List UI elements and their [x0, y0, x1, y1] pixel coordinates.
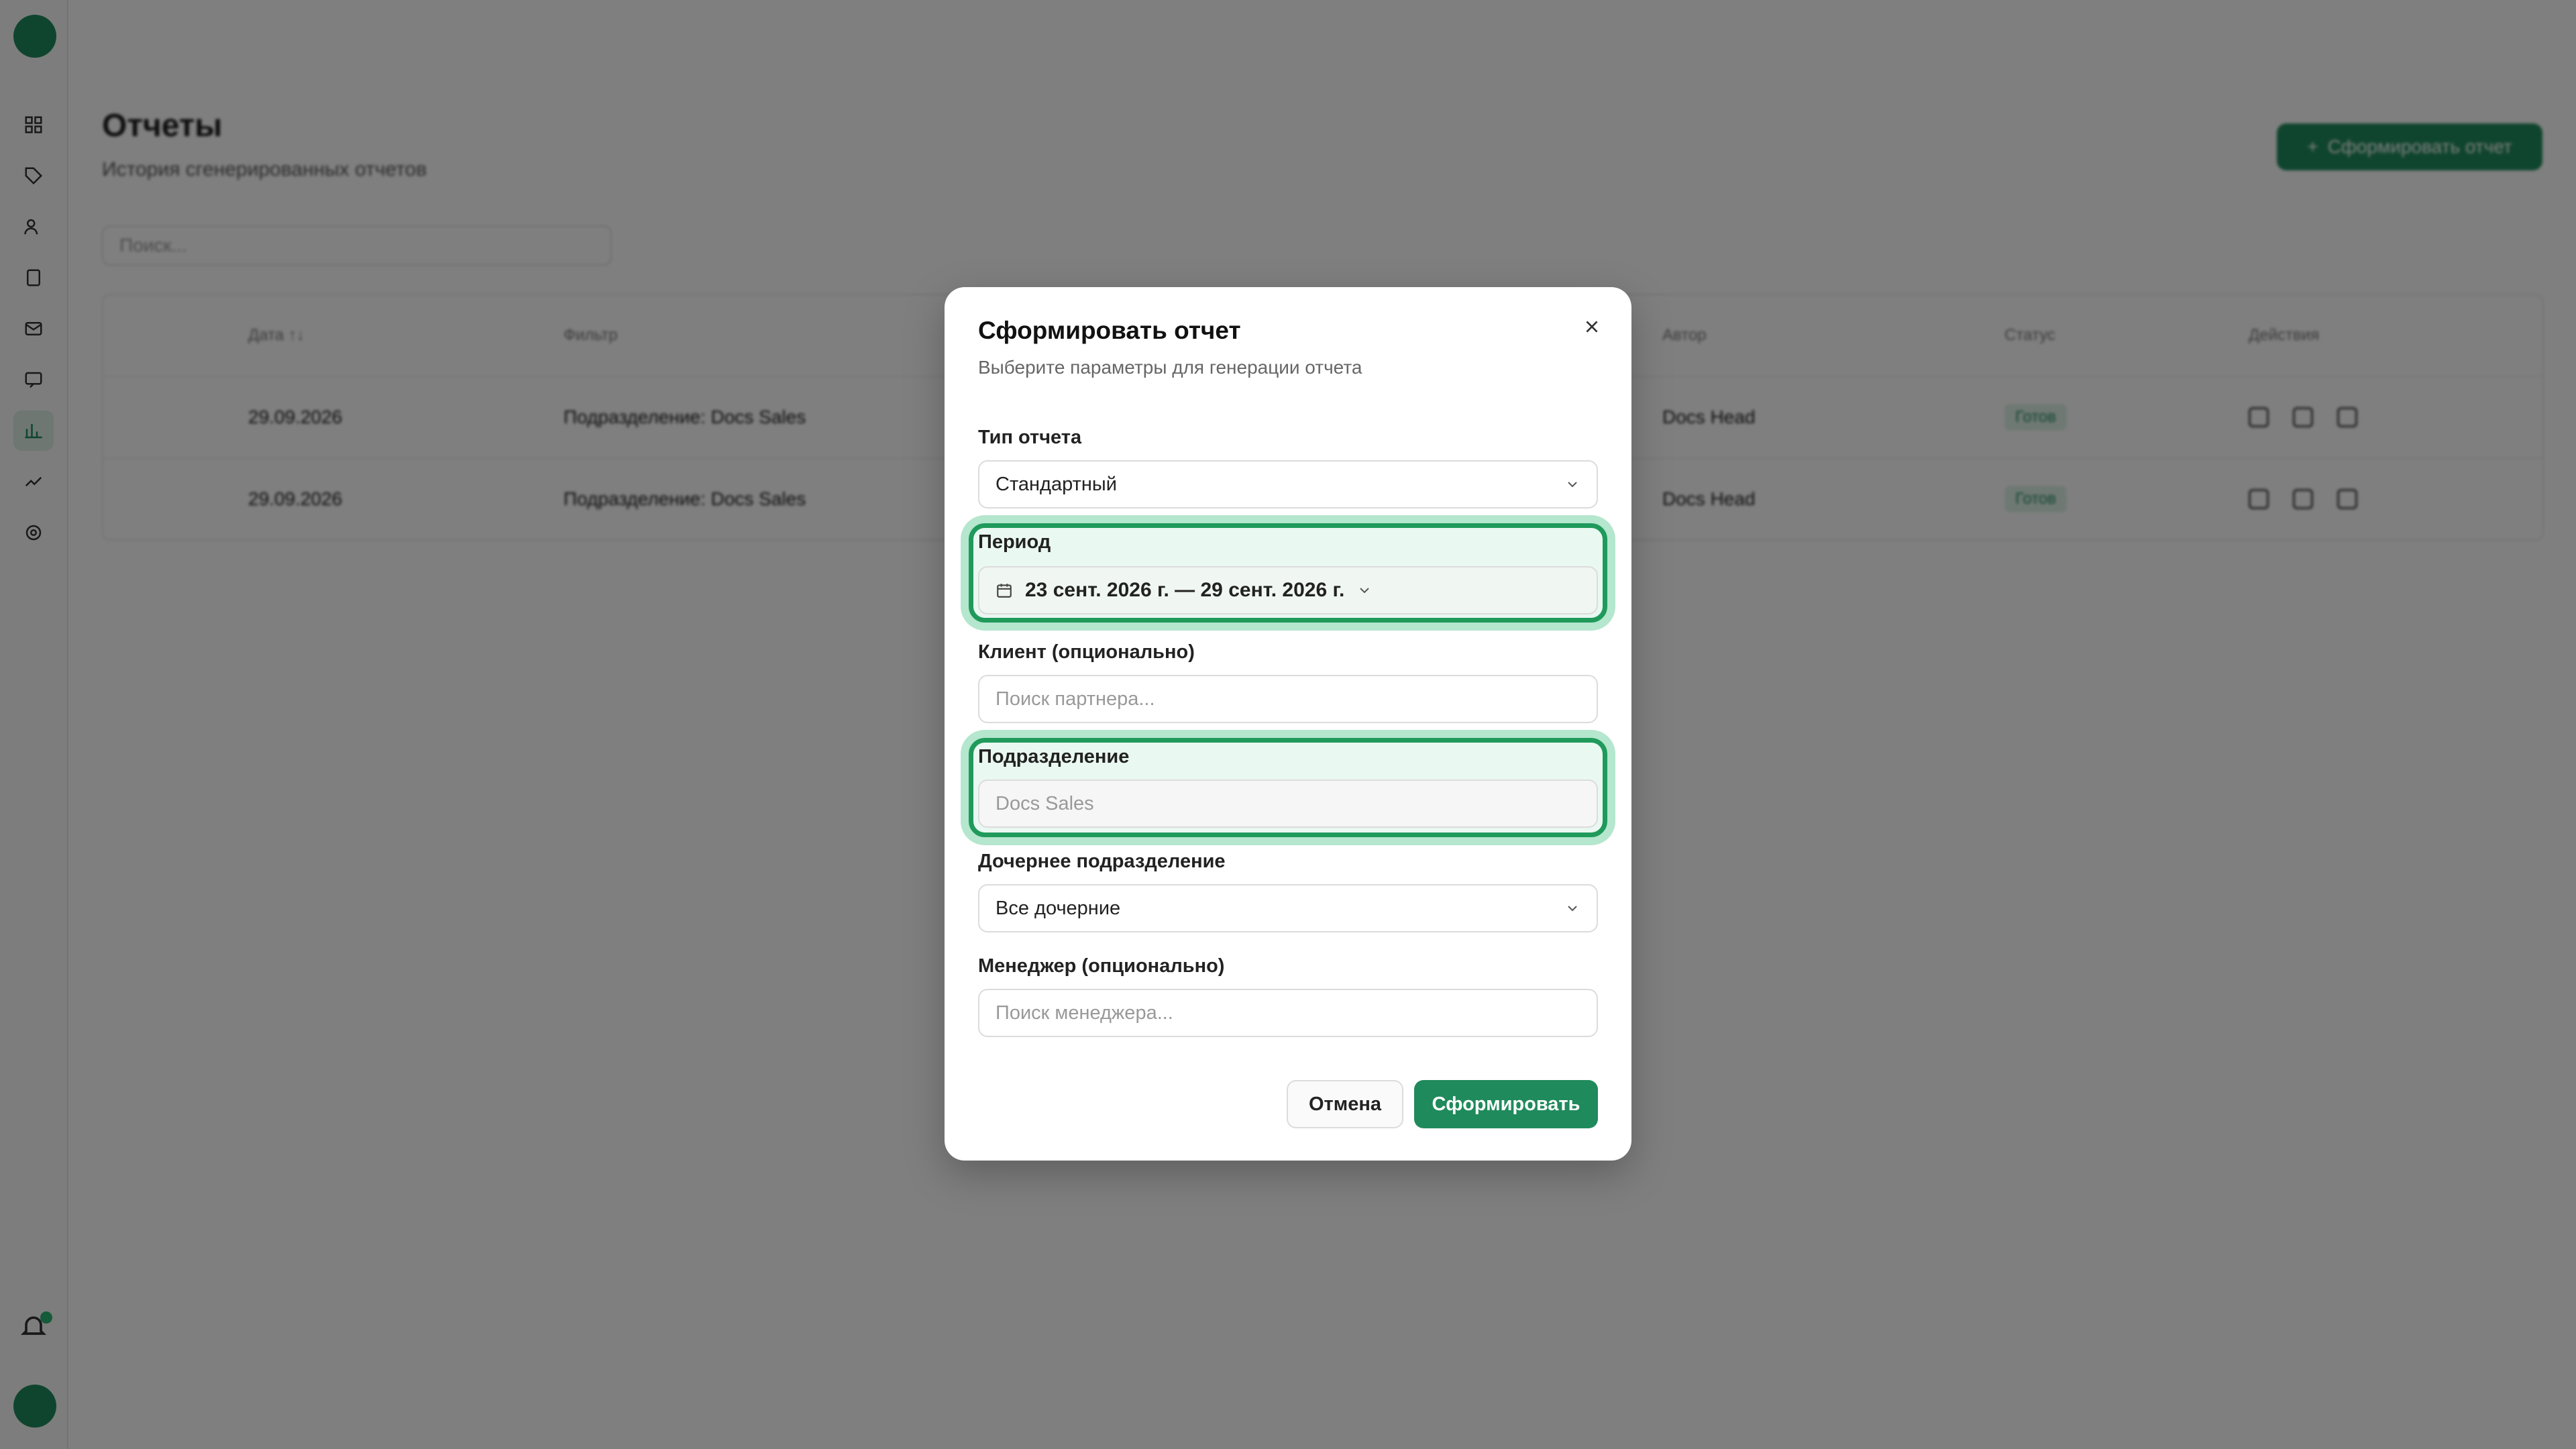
sub-department-value: Все дочерние — [996, 897, 1121, 919]
close-icon — [1586, 321, 1598, 333]
period-label: Период — [978, 531, 1051, 553]
period-date-picker[interactable]: 23 сент. 2026 г. — 29 сент. 2026 г. — [978, 566, 1598, 614]
chevron-down-icon — [1360, 588, 1370, 594]
client-search-input[interactable]: Поиск партнера... — [978, 675, 1598, 723]
submit-button[interactable]: Сформировать — [1414, 1080, 1598, 1128]
dialog-description: Выберите параметры для генерации отчета — [978, 357, 1362, 378]
report-type-select[interactable]: Стандартный — [978, 460, 1598, 508]
department-value: Docs Sales — [996, 792, 1094, 814]
report-type-label: Тип отчета — [978, 427, 1082, 448]
sub-department-label: Дочернее подразделение — [978, 851, 1226, 872]
manager-label: Менеджер (опционально) — [978, 955, 1225, 977]
cancel-button[interactable]: Отмена — [1287, 1080, 1403, 1128]
manager-placeholder: Поиск менеджера... — [996, 1002, 1173, 1024]
manager-search-input[interactable]: Поиск менеджера... — [978, 989, 1598, 1037]
department-field: Docs Sales — [978, 780, 1598, 828]
client-label: Клиент (опционально) — [978, 641, 1195, 663]
chevron-down-icon — [1568, 906, 1577, 912]
calendar-icon — [997, 584, 1012, 598]
department-label: Подразделение — [978, 746, 1130, 767]
period-value: 23 сент. 2026 г. — 29 сент. 2026 г. — [1025, 579, 1345, 601]
report-dialog: Сформировать отчет Выберите параметры дл… — [945, 287, 1631, 1161]
client-placeholder: Поиск партнера... — [996, 688, 1155, 710]
report-type-value: Стандартный — [996, 473, 1117, 495]
chevron-down-icon — [1568, 482, 1577, 488]
dialog-title: Сформировать отчет — [978, 317, 1241, 344]
sub-department-select[interactable]: Все дочерние — [978, 884, 1598, 932]
close-button[interactable] — [1575, 310, 1609, 343]
